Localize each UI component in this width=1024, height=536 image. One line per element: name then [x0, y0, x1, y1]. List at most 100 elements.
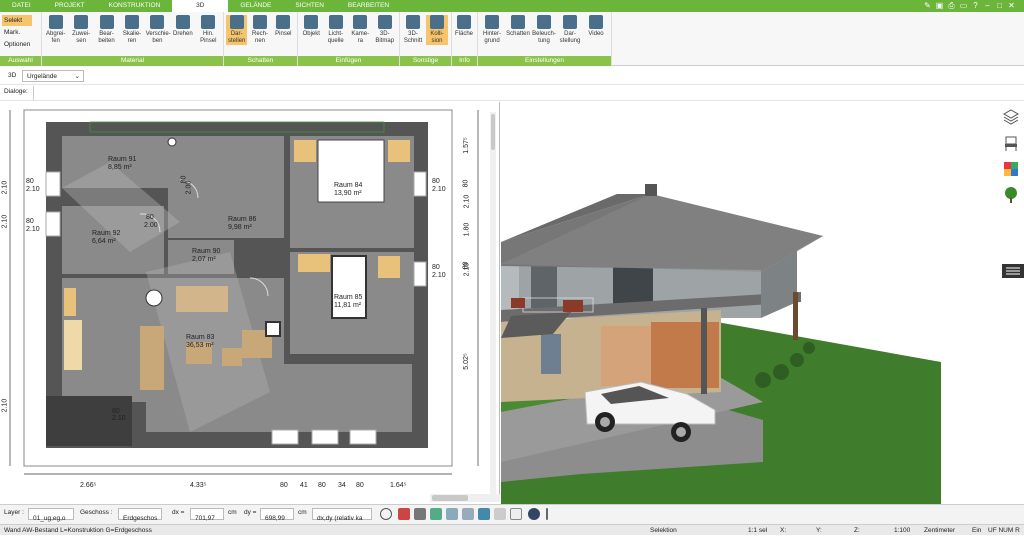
scroll-thumb[interactable] — [491, 114, 495, 150]
geschoss-label: Geschoss : — [80, 509, 113, 516]
angle-icon[interactable] — [446, 508, 458, 520]
material-tool-5[interactable]: Drehen — [171, 15, 194, 38]
room-label-91: Raum 91 8,85 m² — [108, 156, 136, 172]
material-tool-0[interactable]: Abgrei- fen — [44, 15, 67, 45]
menu-icon[interactable] — [1002, 264, 1024, 278]
plan-vertical-scrollbar[interactable] — [490, 112, 496, 494]
room-name: Raum 92 — [92, 230, 121, 237]
material-tool-3[interactable]: Skalie- ren — [120, 15, 143, 45]
einstellungen-tool-icon — [563, 15, 577, 29]
grid-diamond-icon[interactable] — [478, 508, 490, 520]
mode-indicator: Selektion — [650, 527, 677, 534]
einstellungen-tool-1[interactable]: Schatten — [506, 15, 530, 38]
einfuegen-tool-icon — [328, 15, 343, 29]
floor-plan-view[interactable]: Raum 91 8,85 m² Raum 92 6,64 m² Raum 90 2,0… — [0, 102, 500, 494]
sonstige-tool-label: Kolli- sion — [430, 31, 444, 44]
dialog-bar: Dialoge: — [0, 85, 1024, 101]
einfuegen-tool-3[interactable]: 3D- Bitmap — [374, 15, 397, 45]
separator — [546, 508, 548, 520]
monitor-icon[interactable]: ▭ — [959, 1, 968, 10]
grid-icon[interactable] — [510, 508, 522, 520]
einfuegen-tool-1[interactable]: Licht- quelle — [325, 15, 348, 45]
selekt-button[interactable]: Selekt — [2, 15, 32, 26]
tab-3d[interactable]: 3D — [172, 0, 229, 12]
line-icon[interactable] — [462, 508, 474, 520]
tab-gelände[interactable]: GELÄNDE — [228, 0, 283, 12]
room-area: 8,85 m² — [108, 164, 132, 171]
print-preview-icon[interactable] — [414, 508, 426, 520]
plan-horizontal-scrollbar[interactable] — [430, 494, 500, 502]
material-tool-label: Verschie- ben — [145, 31, 171, 44]
material-tool-2[interactable]: Bear- beiten — [95, 15, 118, 45]
material-tool-6[interactable]: Hin. Pinsel — [197, 15, 220, 45]
tab-konstruktion[interactable]: KONSTRUKTION — [97, 0, 173, 12]
einstellungen-tool-4[interactable]: Video — [584, 15, 608, 38]
layers-icon[interactable] — [1002, 108, 1020, 126]
schatten-tool-2[interactable]: Pinsel — [273, 15, 294, 38]
dimension-label: 2.10 — [26, 226, 40, 233]
einfuegen-tool-2[interactable]: Kame- ra — [349, 15, 372, 45]
room-area: 36,53 m² — [186, 342, 214, 349]
north-icon[interactable] — [528, 508, 540, 520]
screen-icon[interactable] — [398, 508, 410, 520]
einfuegen-tool-label: Licht- quelle — [327, 31, 344, 44]
material-tool-1[interactable]: Zuwei- sen — [69, 15, 92, 45]
selection-count: 1:1 sel — [748, 527, 768, 534]
sonstige-tool-1[interactable]: Kolli- sion — [426, 15, 448, 45]
material-tool-4[interactable]: Verschie- ben — [145, 15, 171, 45]
tab-bearbeiten[interactable]: BEARBEITEN — [336, 0, 401, 12]
room-label-86: Raum 86 9,98 m² — [228, 216, 256, 232]
close-icon[interactable]: ✕ — [1007, 1, 1016, 10]
terrain-select[interactable]: Urgelände ⌄ — [22, 70, 84, 82]
clock-icon[interactable] — [380, 508, 392, 520]
dimension-label: 2.10 — [26, 186, 40, 193]
opening-label: 80 — [146, 214, 154, 221]
room-name: Raum 91 — [108, 156, 137, 163]
optionen-button[interactable]: Optionen — [2, 39, 30, 50]
group-label-auswahl: Auswahl — [0, 56, 41, 66]
tab-datei[interactable]: DATEI — [0, 0, 43, 12]
palette-icon[interactable] — [1002, 160, 1020, 178]
tab-projekt[interactable]: PROJEKT — [43, 0, 97, 12]
sonstige-tool-0[interactable]: 3D- Schnitt — [402, 15, 424, 45]
einfuegen-tool-0[interactable]: Objekt — [300, 15, 323, 38]
group-info: Fläche Info — [452, 12, 478, 66]
coordinate-mode-select[interactable]: dx,dy (relativ ka — [312, 508, 372, 522]
save-icon[interactable]: ▣ — [935, 1, 944, 10]
edit-icon[interactable]: ✎ — [923, 1, 932, 10]
dimension-label: 5.02⁵ — [462, 353, 470, 370]
schatten-tool-0[interactable]: Dar- stellen — [226, 15, 248, 45]
layers-toggle-icon[interactable] — [494, 508, 506, 520]
minimize-icon[interactable]: – — [983, 1, 992, 10]
einstellungen-tool-3[interactable]: Dar- stellung — [558, 15, 582, 45]
tab-sichten[interactable]: SICHTEN — [283, 0, 336, 12]
dx-input[interactable]: 701,97 — [190, 508, 224, 522]
3d-view[interactable] — [501, 102, 1024, 504]
room-name: Raum 83 — [186, 334, 215, 341]
einstellungen-tool-0[interactable]: Hinter- grund — [480, 15, 504, 45]
room-label-83: Raum 83 36,53 m² — [186, 334, 214, 350]
mark-button[interactable]: Mark. — [2, 27, 20, 38]
snap-icon[interactable] — [430, 508, 442, 520]
help-icon[interactable]: ? — [971, 1, 980, 10]
einstellungen-tool-icon — [485, 15, 499, 29]
print-icon[interactable]: ⎙ — [947, 1, 956, 10]
room-name: Raum 84 — [334, 182, 363, 189]
maximize-icon[interactable]: □ — [995, 1, 1004, 10]
scroll-thumb[interactable] — [432, 495, 468, 501]
einstellungen-tool-icon — [511, 15, 525, 29]
schatten-tool-1[interactable]: Rech- nen — [249, 15, 270, 45]
einstellungen-tool-2[interactable]: Beleuch- tung — [532, 15, 556, 45]
group-label-info: Info — [452, 56, 477, 66]
chair-icon[interactable] — [1002, 134, 1020, 152]
tree-icon[interactable] — [1002, 186, 1020, 204]
geschoss-select[interactable]: Erdgeschos — [118, 508, 162, 522]
room-area: 11,81 m² — [334, 302, 362, 309]
sonstige-tool-icon — [430, 15, 444, 29]
layer-select[interactable]: 01_ug,eg,o — [28, 508, 74, 522]
y-readout: Y: — [816, 527, 822, 534]
dimension-label: 2.10 — [1, 180, 9, 195]
dy-input[interactable]: 698,99 — [260, 508, 294, 522]
info-tool-0[interactable]: Fläche — [454, 15, 474, 38]
dimension-label: 2.10 — [463, 262, 471, 277]
